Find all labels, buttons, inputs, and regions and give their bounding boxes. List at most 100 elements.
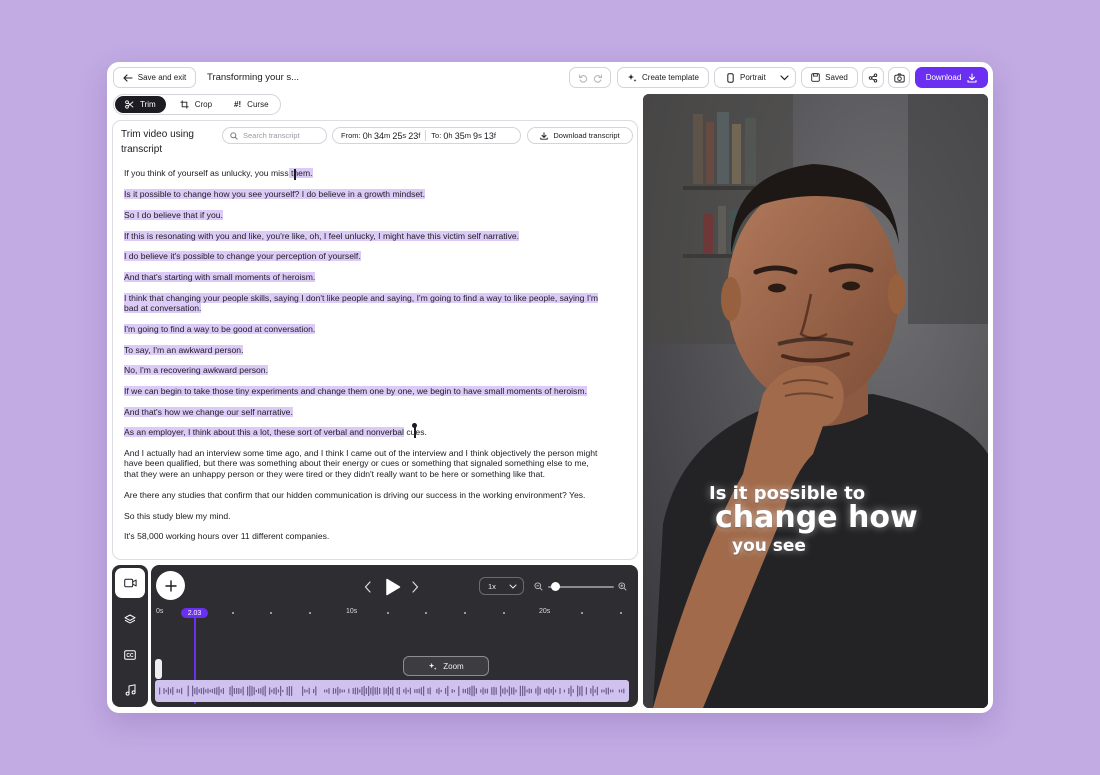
zoom-slider-thumb[interactable]: [551, 582, 560, 591]
audio-button[interactable]: [115, 675, 145, 705]
transcript-line[interactable]: I do believe it's possible to change you…: [124, 251, 361, 262]
waveform-bar: [539, 687, 541, 695]
waveform-bar: [420, 687, 422, 695]
waveform-bar: [585, 687, 587, 695]
waveform-bar: [475, 688, 477, 694]
transcript-line[interactable]: No, I'm a recovering awkward person.: [124, 365, 268, 376]
saved-button[interactable]: Saved: [801, 67, 858, 88]
waveform-bar: [610, 689, 612, 693]
orientation-select[interactable]: Portrait: [714, 67, 796, 88]
edit-mode-tabs: Trim Crop #! Curse: [113, 94, 281, 115]
transcript-line[interactable]: And that's starting with small moments o…: [124, 272, 316, 283]
waveform-bar: [211, 688, 213, 693]
waveform-bar: [458, 686, 460, 696]
video-track-button[interactable]: [115, 568, 145, 598]
line-selected-text: No, I'm a recovering awkward person.: [124, 365, 268, 375]
waveform-bar: [275, 687, 277, 695]
search-icon: [230, 131, 238, 140]
tab-trim-label: Trim: [140, 100, 156, 109]
snapshot-button[interactable]: [888, 67, 910, 88]
zoom-in-icon[interactable]: [618, 582, 627, 591]
transcript-line[interactable]: bad at conversation.: [124, 303, 202, 314]
next-icon[interactable]: [411, 581, 419, 593]
line-text: If you think of yourself as unlucky, you…: [124, 168, 289, 178]
transcript-line[interactable]: And that's how we change our self narrat…: [124, 407, 293, 418]
play-icon[interactable]: [385, 578, 401, 596]
waveform-bar: [605, 687, 607, 695]
download-transcript-button[interactable]: Download transcript: [527, 127, 633, 144]
waveform-bar: [222, 688, 224, 695]
project-title[interactable]: Transforming your s...: [207, 72, 299, 83]
waveform-bar: [403, 689, 405, 693]
from-minutes[interactable]: 34: [374, 131, 384, 141]
waveform-bar: [337, 686, 339, 696]
previous-icon[interactable]: [364, 581, 372, 593]
transcript-line[interactable]: that they were an unhappy person or they…: [124, 469, 545, 480]
ruler-tick: [464, 612, 466, 614]
waveform-bar: [524, 686, 526, 696]
selection-start-cursor[interactable]: [294, 169, 296, 180]
playhead-time-badge[interactable]: 2.03: [181, 608, 208, 618]
transcript-line[interactable]: If we can begin to take those tiny exper…: [124, 386, 587, 397]
waveform-bar: [258, 688, 260, 694]
waveform-bar: [484, 688, 486, 694]
waveform-bar: [473, 685, 475, 697]
to-frames[interactable]: 13: [484, 131, 494, 141]
timeline-panel: 1x 0s 10s 20s 2.03 Zoom: [151, 565, 638, 707]
sparkle-icon: [429, 662, 437, 670]
transcript-line[interactable]: Is it possible to change how you see you…: [124, 189, 425, 200]
transcript-line[interactable]: As an employer, I think about this a lot…: [124, 427, 427, 438]
transcript-line[interactable]: And I actually had an interview some tim…: [124, 448, 597, 459]
waveform-bar: [264, 685, 266, 697]
transcript-line[interactable]: It's 58,000 working hours over 11 differ…: [124, 531, 329, 542]
waveform-bar: [209, 689, 211, 693]
captions-button[interactable]: CC: [115, 640, 145, 670]
waveform-bar: [462, 688, 464, 694]
tab-crop[interactable]: Crop: [166, 96, 222, 113]
playback-speed-select[interactable]: 1x: [479, 577, 524, 595]
transcript-line[interactable]: have been qualified, but there was somet…: [124, 458, 589, 469]
video-preview[interactable]: Is it possible to change how you see: [643, 94, 988, 708]
transcript-line[interactable]: If this is resonating with you and like,…: [124, 231, 520, 242]
tab-curse[interactable]: #! Curse: [222, 96, 278, 113]
transcript-line[interactable]: If you think of yourself as unlucky, you…: [124, 168, 313, 179]
transcript-line[interactable]: So this study blew my mind.: [124, 511, 231, 522]
audio-waveform-track[interactable]: [155, 680, 629, 702]
download-button[interactable]: Download: [915, 67, 988, 88]
layers-button[interactable]: [115, 604, 145, 634]
redo-icon[interactable]: [593, 73, 603, 83]
waveform-bar: [453, 689, 455, 693]
transcript-line[interactable]: To say, I'm an awkward person.: [124, 345, 244, 356]
selection-end-cursor[interactable]: [414, 427, 416, 438]
search-transcript-input[interactable]: Search transcript: [222, 127, 327, 144]
zoom-out-icon[interactable]: [534, 582, 543, 591]
tab-trim[interactable]: Trim: [115, 96, 166, 113]
from-seconds[interactable]: 25: [392, 131, 402, 141]
transcript-line[interactable]: I'm going to find a way to be good at co…: [124, 324, 316, 335]
range-divider: [425, 130, 427, 141]
waveform-bar: [519, 685, 521, 697]
waveform-bar: [502, 688, 504, 694]
waveform-bar: [570, 685, 572, 697]
waveform-bar: [418, 688, 420, 694]
undo-icon[interactable]: [578, 73, 588, 83]
from-frames[interactable]: 23: [408, 131, 418, 141]
waveform-bar: [207, 688, 209, 694]
selection-end-handle[interactable]: [412, 423, 417, 428]
to-minutes[interactable]: 35: [455, 131, 465, 141]
transcript-line[interactable]: I think that changing your people skills…: [124, 293, 599, 304]
add-media-button[interactable]: [156, 571, 185, 600]
waveform-bar: [379, 688, 381, 694]
time-range-field[interactable]: From: 0h 34 m 25 s 23 f To: 0h 35 m 9s 13 f: [332, 127, 521, 144]
zoom-label: Zoom: [443, 661, 464, 671]
transcript-line[interactable]: Are there any studies that confirm that …: [124, 490, 585, 501]
save-and-exit-button[interactable]: Save and exit: [113, 67, 196, 88]
waveform-bar: [506, 689, 508, 693]
waveform-bar: [491, 687, 493, 695]
waveform-bar: [365, 687, 367, 694]
share-button[interactable]: [862, 67, 884, 88]
clip-trim-handle[interactable]: [155, 659, 162, 679]
zoom-tooltip[interactable]: Zoom: [403, 656, 489, 676]
create-template-button[interactable]: Create template: [617, 67, 709, 88]
transcript-line[interactable]: So I do believe that if you.: [124, 210, 223, 221]
